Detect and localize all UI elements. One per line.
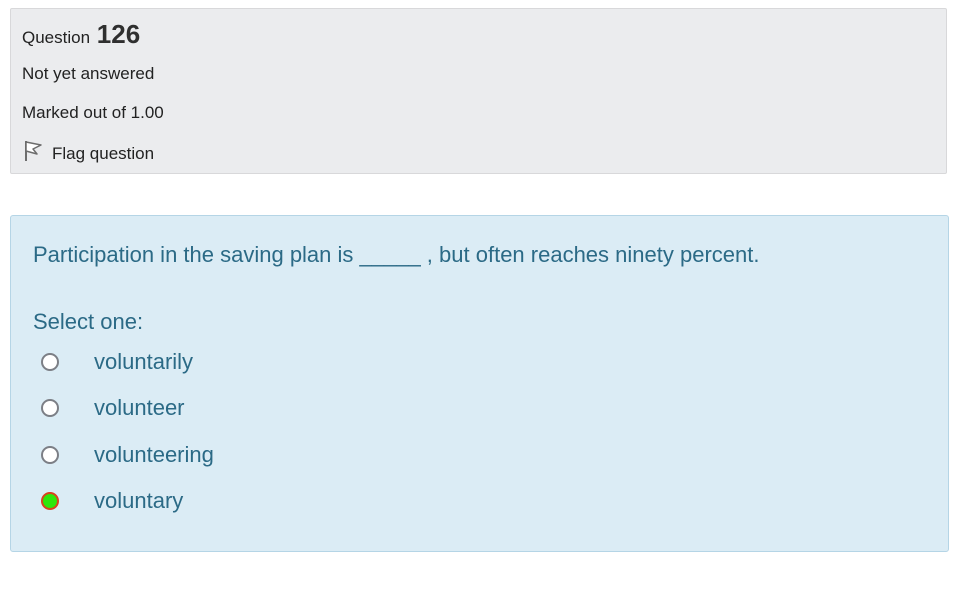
question-word: Question [22,28,91,47]
answer-option[interactable]: voluntary [41,486,183,516]
flag-question-link[interactable]: Flag question [22,139,154,168]
radio-button[interactable] [41,446,59,464]
question-heading: Question 126 [22,19,140,50]
radio-button-selected[interactable] [41,492,59,510]
select-one-prompt: Select one: [33,309,144,334]
radio-button[interactable] [41,399,59,417]
flag-icon [22,139,44,168]
answer-option-label: voluntarily [94,349,194,374]
answer-option-label: voluntary [94,488,184,513]
answer-option[interactable]: volunteering [41,440,214,470]
answer-option-label: volunteering [94,442,214,467]
question-text: Participation in the saving plan is ____… [33,242,760,267]
question-grade: Marked out of 1.00 [22,103,164,122]
answer-option[interactable]: volunteer [41,393,185,423]
question-number: 126 [96,19,141,49]
question-state: Not yet answered [22,64,155,83]
question-content-panel: Participation in the saving plan is ____… [10,215,949,552]
radio-button[interactable] [41,353,59,371]
question-info-panel: Question 126 Not yet answered Marked out… [10,8,947,174]
answer-option-label: volunteer [94,395,185,420]
flag-question-label: Flag question [52,143,155,163]
answer-option[interactable]: voluntarily [41,347,193,377]
